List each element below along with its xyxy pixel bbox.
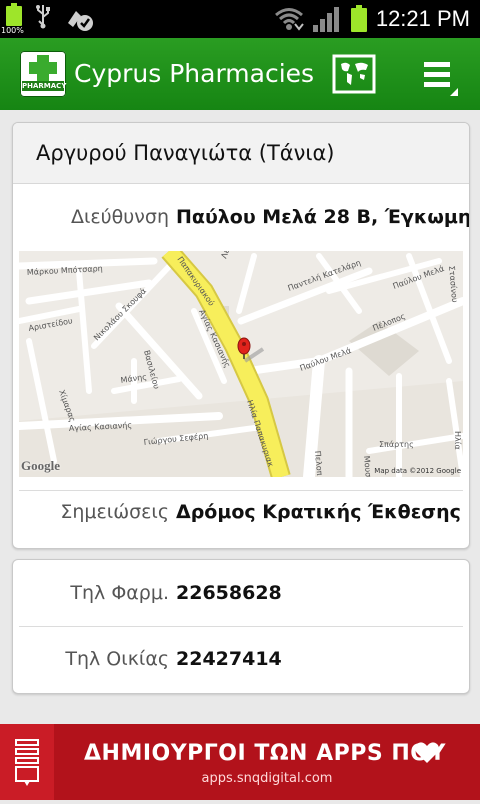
phones-card: Τηλ Φαρμ. 22658628 Τηλ Οικίας 22427414 — [12, 559, 470, 694]
signal-icon — [312, 7, 339, 32]
address-value[interactable]: Παύλου Μελά 28 Β, Έγκωμη — [176, 206, 469, 228]
svg-text:Ηλία: Ηλία — [453, 431, 462, 450]
svg-text:Μουσ: Μουσ — [362, 455, 373, 477]
pharmacy-phone-number[interactable]: 22658628 — [176, 582, 282, 604]
ad-banner[interactable]: ΔΗΜΙΟΥΡΓΟΙ ΤΩΝ APPS ΠΟΥ apps.snqdigital.… — [0, 724, 480, 800]
battery-icon — [350, 5, 367, 32]
banner-text: ΔΗΜΙΟΥΡΓΟΙ ΤΩΝ APPS ΠΟΥ — [84, 741, 446, 766]
battery-percent: 100% — [1, 26, 24, 35]
svg-text:Σπάρτης: Σπάρτης — [379, 440, 414, 449]
battery-full-icon: 100% — [1, 3, 24, 35]
notes-label: Σημειώσεις — [60, 501, 169, 523]
divider — [19, 626, 463, 627]
wifi-icon — [274, 8, 304, 31]
google-logo: Google — [21, 458, 60, 473]
pharmacy-details-card: Αργυρού Παναγιώτα (Τάνια) Διεύθυνση Παύλ… — [12, 122, 470, 549]
pharmacy-phone-label: Τηλ Φαρμ. — [70, 582, 169, 604]
debug-check-icon — [68, 11, 93, 31]
address-row: Διεύθυνση Παύλου Μελά 28 Β, Έγκωμη — [13, 196, 469, 236]
home-phone-row[interactable]: Τηλ Οικίας 22427414 — [13, 638, 469, 678]
banner-app-icon — [0, 724, 54, 800]
map-icon[interactable] — [332, 54, 376, 94]
banner-url: apps.snqdigital.com — [201, 771, 333, 786]
pharmacy-name-header: Αργυρού Παναγιώτα (Τάνια) — [13, 123, 469, 184]
notes-row: Σημειώσεις Δρόμος Κρατικής Έκθεσης — [13, 491, 469, 531]
heart-icon — [415, 742, 439, 763]
logo-text: PHARMACY — [22, 81, 67, 91]
pharmacy-logo-icon[interactable]: PHARMACY — [20, 51, 66, 97]
home-phone-label: Τηλ Οικίας — [65, 648, 169, 670]
overflow-menu-icon[interactable] — [420, 58, 460, 98]
clock: 12:21 PM — [375, 6, 470, 31]
usb-icon — [36, 5, 50, 29]
pharmacy-name: Αργυρού Παναγιώτα (Τάνια) — [36, 141, 335, 165]
status-bar: 100% 12:21 PM — [0, 0, 480, 38]
location-map[interactable]: Μάρκου Μπότσαρη Αριστείδου Χίμαρας Νικολ… — [19, 251, 463, 477]
action-bar: PHARMACY Cyprus Pharmacies — [0, 38, 480, 110]
map-attribution: Map data ©2012 Google — [374, 467, 461, 475]
address-label: Διεύθυνση — [70, 206, 169, 228]
pharmacy-phone-row[interactable]: Τηλ Φαρμ. 22658628 — [13, 572, 469, 612]
home-phone-number[interactable]: 22427414 — [176, 648, 282, 670]
notes-value: Δρόμος Κρατικής Έκθεσης — [176, 501, 461, 523]
app-title: Cyprus Pharmacies — [74, 59, 315, 88]
